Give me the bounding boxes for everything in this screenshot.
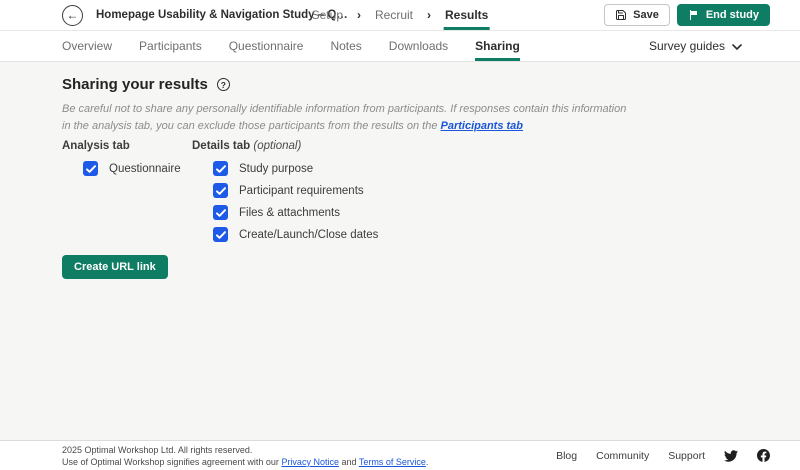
checkbox-row[interactable]: Participant requirements [213, 183, 800, 198]
sharing-options: Analysis tab Questionnaire Details tab (… [62, 140, 800, 249]
tab[interactable]: Questionnaire [229, 31, 304, 61]
checkbox-checked-icon[interactable] [213, 227, 228, 242]
breadcrumb-step-label[interactable]: Recruit [374, 0, 414, 30]
footer-legal: 2025 Optimal Workshop Ltd. All rights re… [62, 444, 428, 468]
help-icon[interactable]: ? [217, 78, 230, 91]
chevron-right-icon: › [357, 8, 361, 22]
save-button-label: Save [633, 9, 659, 21]
footer: 2025 Optimal Workshop Ltd. All rights re… [0, 440, 800, 470]
top-header: ← Homepage Usability & Navigation Study … [0, 0, 800, 31]
save-button[interactable]: Save [604, 4, 670, 26]
checkbox-label: Questionnaire [109, 163, 181, 175]
results-tabs: Overview Participants Questionnaire Note… [62, 31, 547, 61]
flag-icon [688, 9, 700, 21]
copyright-text: 2025 Optimal Workshop Ltd. All rights re… [62, 444, 428, 456]
tab[interactable]: Downloads [389, 31, 448, 61]
end-study-button-label: End study [706, 9, 759, 21]
checkbox-row[interactable]: Files & attachments [213, 205, 800, 220]
checkbox-row[interactable]: Questionnaire [83, 161, 192, 176]
agreement-text: Use of Optimal Workshop signifies agreem… [62, 456, 428, 468]
tab[interactable]: Overview [62, 31, 112, 61]
create-url-link-button[interactable]: Create URL link [62, 255, 168, 279]
checkbox-label: Study purpose [239, 163, 313, 175]
survey-guides-dropdown[interactable]: Survey guides [649, 31, 742, 61]
tab-bar: Overview Participants Questionnaire Note… [0, 31, 800, 62]
terms-of-service-link[interactable]: Terms of Service [359, 457, 426, 467]
breadcrumb-step[interactable]: Results › [444, 0, 489, 30]
checkbox-checked-icon[interactable] [213, 183, 228, 198]
survey-guides-label: Survey guides [649, 39, 725, 53]
participants-tab-link[interactable]: Participants tab [441, 120, 524, 132]
facebook-icon[interactable] [757, 449, 770, 462]
checkbox-checked-icon[interactable] [83, 161, 98, 176]
breadcrumb: Setup › Recruit › Results › [311, 0, 490, 30]
chevron-down-icon [732, 39, 742, 53]
analysis-tab-heading: Analysis tab [62, 140, 192, 152]
breadcrumb-step-label[interactable]: Results [444, 0, 489, 30]
footer-links: Blog Community Support [556, 449, 770, 462]
save-icon [615, 9, 627, 21]
checkbox-label: Create/Launch/Close dates [239, 229, 378, 241]
analysis-tab-section: Analysis tab Questionnaire [62, 140, 192, 249]
breadcrumb-step[interactable]: Recruit › [374, 0, 444, 30]
footer-link[interactable]: Community [596, 450, 649, 462]
main-content: Sharing your results ? Be careful not to… [0, 62, 800, 440]
footer-link[interactable]: Support [668, 450, 705, 462]
tab[interactable]: Participants [139, 31, 202, 61]
analysis-checkbox-list: Questionnaire [62, 161, 192, 176]
breadcrumb-step[interactable]: Setup › [311, 0, 374, 30]
checkbox-checked-icon[interactable] [213, 205, 228, 220]
checkbox-checked-icon[interactable] [213, 161, 228, 176]
footer-link[interactable]: Blog [556, 450, 577, 462]
breadcrumb-step-label[interactable]: Setup [311, 0, 344, 30]
checkbox-label: Participant requirements [239, 185, 364, 197]
page-title-row: Sharing your results ? [62, 76, 800, 93]
details-tab-optional-note: (optional) [253, 140, 301, 152]
chevron-right-icon: › [427, 8, 431, 22]
header-actions: Save End study [604, 4, 770, 26]
details-tab-heading: Details tab (optional) [192, 140, 800, 152]
end-study-button[interactable]: End study [677, 4, 770, 26]
tab[interactable]: Notes [330, 31, 361, 61]
checkbox-label: Files & attachments [239, 207, 340, 219]
checkbox-row[interactable]: Study purpose [213, 161, 800, 176]
details-checkbox-list: Study purpose Participant requirements [192, 161, 800, 242]
pii-warning-text: Be careful not to share any personally i… [62, 101, 627, 134]
footer-link-list: Blog Community Support [556, 450, 705, 462]
tab[interactable]: Sharing [475, 31, 520, 61]
checkbox-row[interactable]: Create/Launch/Close dates [213, 227, 800, 242]
back-button[interactable]: ← [62, 5, 83, 26]
arrow-left-icon: ← [67, 9, 79, 21]
page-title: Sharing your results [62, 76, 208, 93]
details-tab-section: Details tab (optional) Study purpose [192, 140, 800, 249]
twitter-icon[interactable] [724, 450, 738, 462]
privacy-notice-link[interactable]: Privacy Notice [281, 457, 339, 467]
